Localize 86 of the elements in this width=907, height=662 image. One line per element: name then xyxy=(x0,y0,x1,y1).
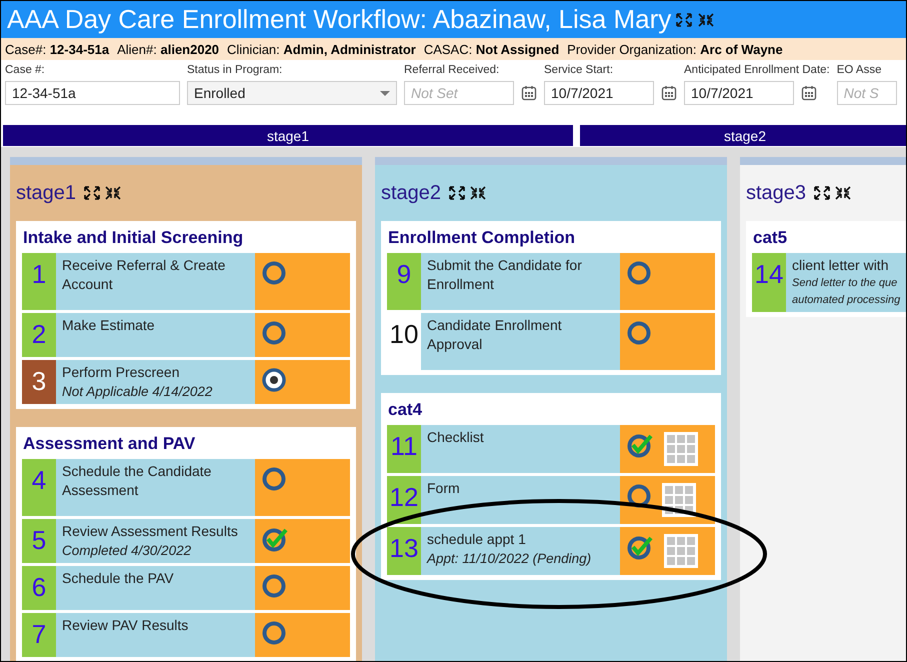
task-title: client letter with xyxy=(792,256,890,275)
info-item: Case#: 12-34-51a xyxy=(5,42,110,56)
step-number: 1 xyxy=(22,253,56,310)
field-label: Status in Program: xyxy=(187,64,284,78)
task-title: schedule appt 1 xyxy=(427,530,527,549)
info-item: Alien#: alien2020 xyxy=(117,42,220,56)
category-title: cat4 xyxy=(388,400,424,420)
calendar-icon[interactable] xyxy=(521,85,537,101)
task-panel[interactable]: Perform Prescreen Not Applicable 4/14/2022 xyxy=(56,360,255,404)
step-number: 4 xyxy=(22,459,56,516)
task-panel[interactable]: Make Estimate xyxy=(56,313,255,357)
calendar-icon[interactable] xyxy=(801,85,817,101)
task-panel[interactable]: Submit the Candidate for Enrollment xyxy=(421,253,620,310)
calendar-icon[interactable] xyxy=(661,85,677,101)
task-panel[interactable]: Review PAV Results xyxy=(56,613,255,657)
task-title: Review PAV Results xyxy=(62,616,190,635)
step-number: 7 xyxy=(22,613,56,657)
task-title: Submit the Candidate for Enrollment xyxy=(427,256,583,294)
field-label: Referral Received: xyxy=(404,64,500,78)
step-number: 5 xyxy=(22,519,56,563)
date-field[interactable]: 10/7/2021 xyxy=(684,81,794,105)
task-panel[interactable]: Schedule the Candidate Assessment xyxy=(56,459,255,516)
task-panel[interactable]: Checklist xyxy=(421,425,620,473)
field-label: Case #: xyxy=(5,64,46,78)
caret-icon xyxy=(380,90,390,96)
task-note: Send letter to the que xyxy=(792,276,898,291)
date-field[interactable]: 10/7/2021 xyxy=(544,81,654,105)
step-number: 9 xyxy=(387,253,421,310)
circle-icon[interactable] xyxy=(626,483,652,509)
task-title: Checklist xyxy=(427,428,485,447)
collapse-icon[interactable] xyxy=(697,12,716,28)
window-title: AAA Day Care Enrollment Workflow: Abazinaw, Lisa Mary xyxy=(7,4,672,35)
task-panel[interactable]: Candidate Enrollment Approval xyxy=(421,313,620,370)
task-title: Review Assessment Results xyxy=(62,522,239,541)
task-note: Appt: 11/10/2022 (Pending) xyxy=(427,550,592,568)
task-title: Schedule the Candidate Assessment xyxy=(62,462,212,500)
info-item: Clinician: Admin, Administrator xyxy=(227,42,416,56)
step-number: 12 xyxy=(387,476,421,524)
category-title: Intake and Initial Screening xyxy=(23,228,244,248)
task-title: Form xyxy=(427,479,461,498)
stage-bar[interactable]: stage2 xyxy=(580,125,906,146)
collapse-icon[interactable] xyxy=(104,185,122,201)
checkmark-icon[interactable] xyxy=(626,534,654,560)
task-panel[interactable]: client letter with Send letter to the que automated processing xyxy=(786,253,906,312)
step-number: 2 xyxy=(22,313,56,357)
step-number: 6 xyxy=(22,566,56,610)
input-field[interactable]: 12-34-51a xyxy=(5,81,180,105)
task-panel[interactable]: Form xyxy=(421,476,620,524)
task-title: Candidate Enrollment Approval xyxy=(427,316,563,354)
task-note: Completed 4/30/2022 xyxy=(62,542,192,560)
stage-title: stage3 xyxy=(746,182,806,204)
category-title: Assessment and PAV xyxy=(23,434,196,454)
task-title: Make Estimate xyxy=(62,316,156,335)
field-label: Anticipated Enrollment Date: xyxy=(684,64,830,78)
step-number: 14 xyxy=(752,253,786,312)
na-badge-icon[interactable] xyxy=(261,367,287,393)
task-panel[interactable]: Review Assessment Results Completed 4/30/2022 xyxy=(56,519,255,563)
info-item: Provider Organization: Arc of Wayne xyxy=(567,42,783,56)
step-number: 11 xyxy=(387,425,421,473)
field-label: EO Asse xyxy=(836,64,882,78)
expand-icon[interactable] xyxy=(83,185,102,201)
stage-bar[interactable]: stage1 xyxy=(3,125,573,146)
stage-title: stage1 xyxy=(16,182,76,204)
collapse-icon[interactable] xyxy=(834,185,852,201)
category-title: cat5 xyxy=(753,228,788,248)
step-number: 13 xyxy=(387,527,421,575)
expand-icon[interactable] xyxy=(675,12,694,28)
task-panel[interactable]: Schedule the PAV xyxy=(56,566,255,610)
task-note: automated processing xyxy=(792,293,902,308)
task-title: Receive Referral & Create Account xyxy=(62,256,226,294)
collapse-icon[interactable] xyxy=(469,185,488,201)
info-item: CASAC: Not Assigned xyxy=(424,42,560,56)
step-number: 3 xyxy=(22,360,56,404)
checkmark-icon[interactable] xyxy=(261,526,289,552)
expand-icon[interactable] xyxy=(448,185,466,201)
task-title: Schedule the PAV xyxy=(62,569,175,588)
expand-icon[interactable] xyxy=(813,185,832,201)
category-title: Enrollment Completion xyxy=(388,228,576,248)
task-panel[interactable]: Receive Referral & Create Account xyxy=(56,253,255,310)
checkmark-icon[interactable] xyxy=(626,432,654,458)
task-note: Not Applicable 4/14/2022 xyxy=(62,383,214,401)
stage-title: stage2 xyxy=(381,182,442,204)
status-dropdown[interactable]: Enrolled xyxy=(187,81,397,105)
task-title: Perform Prescreen xyxy=(62,363,180,382)
task-panel[interactable]: schedule appt 1 Appt: 11/10/2022 (Pending) xyxy=(421,527,620,575)
field-label: Service Start: xyxy=(544,64,614,78)
